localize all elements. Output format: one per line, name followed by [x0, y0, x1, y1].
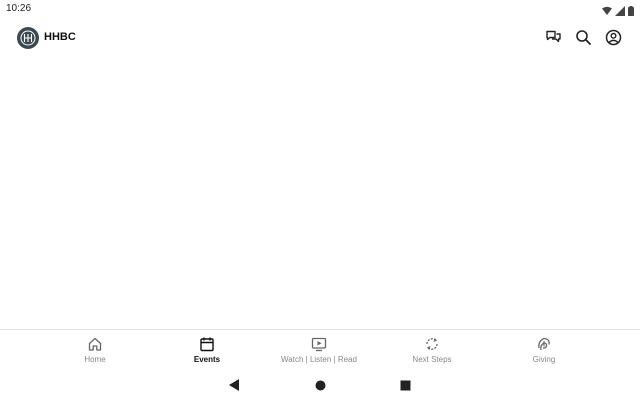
bottom-nav: Home Events Watch | Listen | Read Next S…: [0, 329, 640, 369]
giving-icon: [536, 336, 552, 352]
status-icons: [602, 3, 634, 16]
nav-item-watch-listen-read[interactable]: Watch | Listen | Read: [264, 336, 374, 364]
main-content: [0, 58, 640, 328]
battery-icon: [628, 3, 634, 16]
status-time: 10:26: [6, 3, 32, 14]
app-bar: HHBC: [0, 18, 640, 58]
nav-label-events: Events: [193, 355, 221, 364]
home-icon: [87, 336, 103, 352]
hh-logo-icon[interactable]: [17, 27, 39, 49]
account-icon[interactable]: [605, 29, 622, 46]
refresh-steps-icon: [424, 336, 440, 352]
app-title: HHBC: [44, 31, 76, 43]
chat-icon[interactable]: [545, 29, 562, 46]
search-icon[interactable]: [575, 29, 592, 46]
back-icon[interactable]: [229, 378, 239, 396]
nav-item-home[interactable]: Home: [40, 336, 150, 364]
app-bar-actions: [545, 29, 622, 46]
home-circle-icon[interactable]: [315, 378, 326, 396]
system-nav-bar: [0, 370, 640, 400]
nav-item-giving[interactable]: Giving: [489, 336, 599, 364]
nav-item-events[interactable]: Events: [152, 336, 262, 364]
nav-label-watch-listen-read: Watch | Listen | Read: [281, 355, 357, 364]
wifi-icon: [602, 3, 612, 15]
nav-item-next-steps[interactable]: Next Steps: [377, 336, 487, 364]
play-screen-icon: [311, 336, 327, 352]
nav-label-home: Home: [84, 355, 106, 364]
calendar-icon: [199, 336, 215, 352]
cell-signal-icon: [615, 3, 625, 16]
recents-icon[interactable]: [400, 378, 411, 396]
nav-label-giving: Giving: [532, 355, 556, 364]
nav-label-next-steps: Next Steps: [412, 355, 452, 364]
status-bar: 10:26: [0, 0, 640, 18]
